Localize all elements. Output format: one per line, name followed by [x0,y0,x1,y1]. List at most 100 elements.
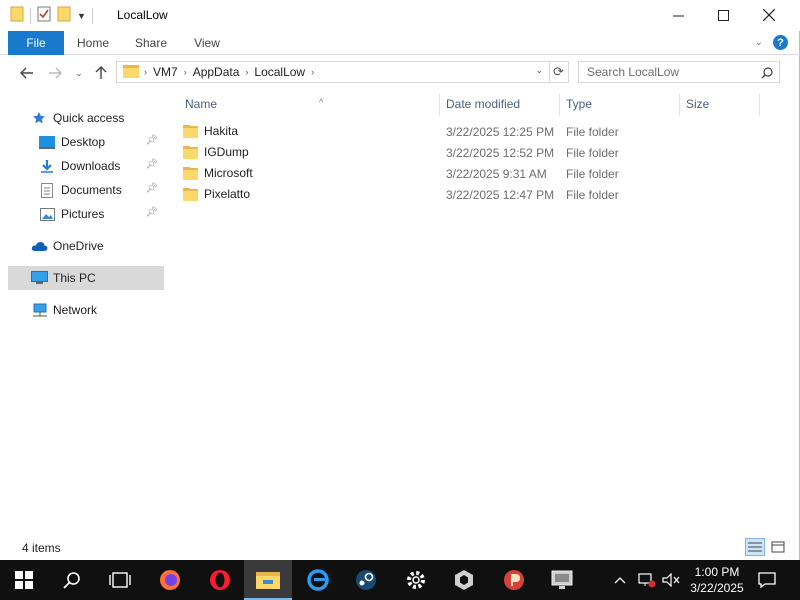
chevron-right-icon[interactable]: › [184,67,187,77]
up-button[interactable] [92,64,110,82]
properties-icon[interactable] [37,6,51,25]
back-button[interactable] [18,64,36,82]
tab-view[interactable]: View [184,31,230,55]
taskbar: 1:00 PM 3/22/2025 [0,560,800,600]
game-launcher-icon[interactable] [490,560,538,600]
nav-label: This PC [53,271,96,285]
chevron-right-icon[interactable]: › [311,67,314,77]
opera-icon[interactable] [196,560,244,600]
task-view-button[interactable] [96,560,144,600]
show-hidden-icons-button[interactable] [614,560,626,600]
file-name: Microsoft [204,166,253,180]
separator [30,7,31,24]
nav-network[interactable]: Network [30,298,164,322]
pin-icon[interactable]: 📌︎ [145,207,158,218]
action-center-button[interactable] [758,560,776,600]
start-button[interactable] [0,560,48,600]
window-title: LocalLow [117,8,168,22]
file-row[interactable]: Pixelatto 3/22/2025 12:47 PM File folder [183,184,753,205]
refresh-button[interactable]: ⟳ [549,61,569,83]
help-icon[interactable]: ? [773,35,788,50]
chevron-right-icon[interactable]: › [144,67,147,77]
search-button[interactable] [48,560,96,600]
chevron-right-icon[interactable]: › [245,67,248,77]
close-button[interactable] [746,0,792,30]
forward-button[interactable] [46,64,64,82]
unity-icon[interactable] [440,560,488,600]
search-icon[interactable] [761,65,773,85]
nav-downloads[interactable]: Downloads 📌︎ [38,154,164,178]
clock-date: 3/22/2025 [690,581,744,595]
nav-label: Quick access [53,111,125,125]
folder-icon [183,145,198,159]
tab-file[interactable]: File [8,31,64,55]
recent-locations-icon[interactable]: ⌄ [70,64,88,82]
nav-label: Downloads [61,159,121,173]
new-folder-icon[interactable] [57,6,71,25]
file-date: 3/22/2025 12:25 PM [446,125,555,139]
file-explorer-taskbar-icon[interactable] [244,560,292,600]
pin-icon[interactable]: 📌︎ [145,135,158,146]
address-bar[interactable]: › VM7 › AppData › LocalLow › ⌄ [116,61,550,83]
file-name: Hakita [204,124,239,138]
nav-onedrive[interactable]: OneDrive [30,234,164,258]
nav-label: Documents [61,183,122,197]
chevron-down-icon[interactable]: ⌄ [535,65,543,76]
volume-muted-icon[interactable] [662,560,680,600]
minimize-button[interactable] [655,0,701,30]
breadcrumb-locallow[interactable]: LocalLow [254,65,305,79]
tab-home[interactable]: Home [70,31,116,55]
download-icon [38,158,56,174]
search-placeholder: Search LocalLow [587,65,680,79]
details-view-button[interactable] [745,538,765,556]
pictures-icon [38,206,56,222]
customize-toolbar-icon[interactable]: ▼ [77,11,86,21]
folder-icon [183,124,198,138]
settings-icon[interactable] [392,560,440,600]
folder-icon [183,187,198,201]
firefox-icon[interactable] [146,560,194,600]
file-date: 3/22/2025 12:52 PM [446,146,555,160]
system-clock[interactable]: 1:00 PM 3/22/2025 [685,564,749,596]
steam-icon[interactable] [342,560,390,600]
large-icons-view-button[interactable] [768,538,788,556]
nav-label: OneDrive [53,239,104,253]
status-bar: 4 items [0,535,800,559]
column-header-name[interactable]: Name ^ [179,93,440,117]
breadcrumb-vm7[interactable]: VM7 [153,65,178,79]
column-header-size[interactable]: Size [680,93,760,117]
nav-pictures[interactable]: Pictures 📌︎ [38,202,164,226]
nav-this-pc[interactable]: This PC [8,266,164,290]
breadcrumb-appdata[interactable]: AppData [193,65,240,79]
address-row: ⌄ › VM7 › AppData › LocalLow › ⌄ ⟳ Searc… [0,56,800,90]
file-row[interactable]: Hakita 3/22/2025 12:25 PM File folder [183,121,753,142]
pin-icon[interactable]: 📌︎ [145,159,158,170]
star-icon [30,110,48,126]
expand-ribbon-icon[interactable]: ⌄ [755,37,763,48]
file-row[interactable]: Microsoft 3/22/2025 9:31 AM File folder [183,163,753,184]
nav-desktop[interactable]: Desktop 📌︎ [38,130,164,154]
file-name: Pixelatto [204,187,251,201]
folder-icon [10,6,24,25]
column-header-date[interactable]: Date modified [440,93,560,117]
tab-share[interactable]: Share [128,31,174,55]
title-bar: ▼ LocalLow [0,0,800,31]
search-input[interactable]: Search LocalLow [578,61,780,83]
column-label: Name [185,97,218,111]
nav-label: Pictures [61,207,105,221]
network-status-icon[interactable] [638,560,656,600]
pin-icon[interactable]: 📌︎ [145,183,158,194]
file-type: File folder [566,167,619,181]
nav-quick-access[interactable]: Quick access [30,106,164,130]
separator [91,7,93,24]
file-list: Name ^ Date modified Type Size Hakita 3/… [165,90,785,535]
file-row[interactable]: IGDump 3/22/2025 12:52 PM File folder [183,142,753,163]
column-header-type[interactable]: Type [560,93,680,117]
nav-documents[interactable]: Documents 📌︎ [38,178,164,202]
quick-access-toolbar: ▼ [10,6,93,25]
remote-desktop-icon[interactable] [538,560,586,600]
maximize-button[interactable] [700,0,746,30]
cloud-icon [30,238,48,254]
item-count: 4 items [22,541,61,555]
internet-explorer-icon[interactable] [294,560,342,600]
